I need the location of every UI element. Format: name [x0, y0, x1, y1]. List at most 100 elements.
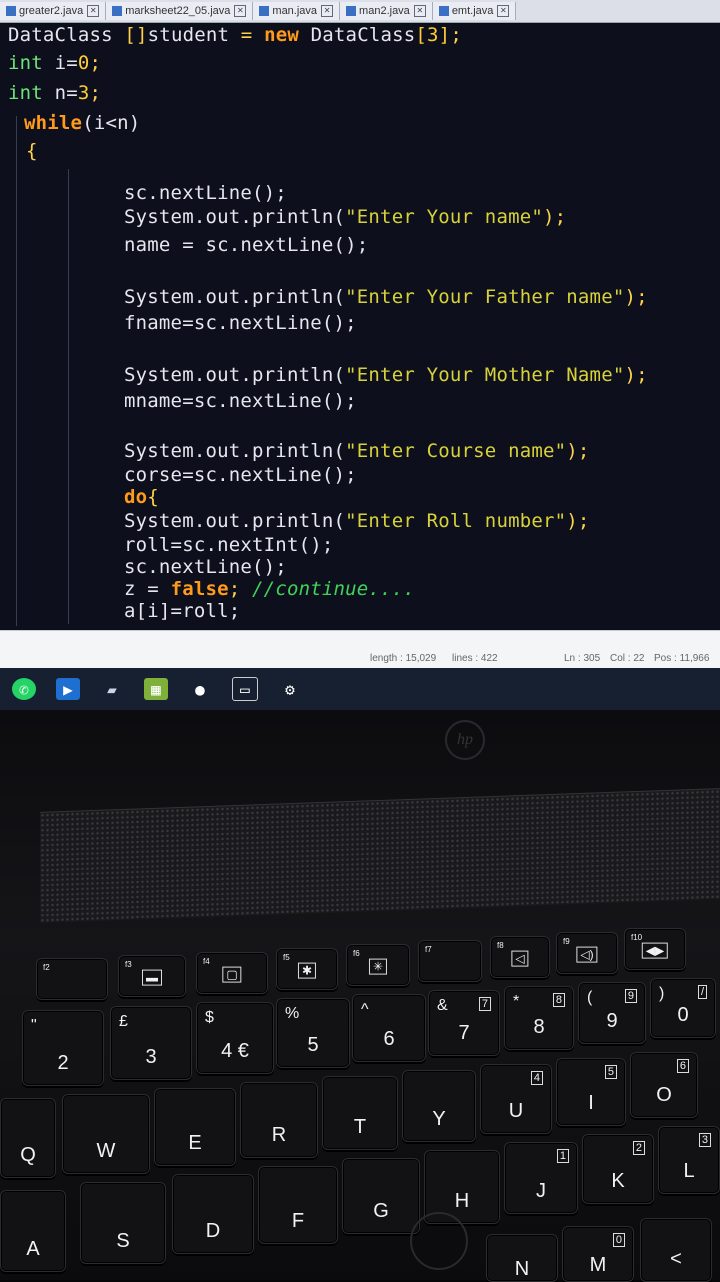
- key-e[interactable]: E: [154, 1088, 236, 1166]
- key-7[interactable]: & 7 7: [428, 990, 500, 1056]
- key-i[interactable]: 5I: [556, 1058, 626, 1126]
- status-ln: Ln : 305: [564, 653, 601, 664]
- key-f10[interactable]: f10 ◀▶: [624, 928, 686, 970]
- terminal-icon[interactable]: ▶: [56, 678, 80, 700]
- brightness-up-icon: ✳: [368, 958, 388, 975]
- code-line-9: System.out.println("Enter Your Father na…: [124, 286, 648, 308]
- key-d[interactable]: D: [172, 1174, 254, 1254]
- close-icon[interactable]: ✕: [497, 5, 510, 17]
- code-line-5: {: [26, 140, 38, 162]
- java-file-icon: [438, 6, 449, 16]
- key-f6[interactable]: f6 ✳: [346, 944, 410, 986]
- display-icon: ▢: [222, 966, 242, 983]
- tab-label: man.java: [272, 5, 318, 17]
- key-f8[interactable]: f8 ◁: [490, 936, 550, 978]
- key-a[interactable]: A: [0, 1190, 66, 1272]
- status-pos: Pos : 11,966: [654, 653, 710, 664]
- code-line-18: sc.nextLine();: [124, 556, 287, 578]
- code-line-6: sc.nextLine();: [124, 182, 287, 204]
- tab-label: greater2.java: [19, 5, 84, 17]
- code-line-4: while(i<n): [24, 112, 141, 134]
- status-lines: lines : 422: [452, 653, 498, 664]
- tab-label: man2.java: [359, 5, 410, 17]
- status-bar: length : 15,029 lines : 422 Ln : 305 Col…: [0, 630, 720, 669]
- keyboard-backlight-icon: ▬: [142, 969, 162, 986]
- close-icon[interactable]: ✕: [87, 5, 100, 17]
- code-line-7: System.out.println("Enter Your name");: [124, 206, 567, 228]
- close-icon[interactable]: ✕: [321, 5, 334, 17]
- key-y[interactable]: Y: [402, 1070, 476, 1142]
- java-file-icon: [259, 6, 270, 16]
- code-line-10: fname=sc.nextLine();: [124, 312, 357, 334]
- code-line-3: int n=3;: [8, 82, 102, 104]
- key-f2[interactable]: f2: [36, 958, 108, 1000]
- key-n[interactable]: N: [486, 1234, 558, 1282]
- key-4[interactable]: $4 €: [196, 1002, 274, 1074]
- code-line-20: a[i]=roll;: [124, 600, 241, 622]
- code-line-17: roll=sc.nextInt();: [124, 534, 334, 556]
- hp-logo-icon: hp: [445, 720, 485, 760]
- close-icon[interactable]: ✕: [413, 5, 426, 17]
- key-q[interactable]: Q: [0, 1098, 56, 1178]
- code-line-12: mname=sc.nextLine();: [124, 390, 357, 412]
- tab-man[interactable]: man.java ✕: [253, 2, 341, 20]
- volume-up-icon: ◁): [576, 946, 598, 963]
- key-m[interactable]: 0M: [562, 1226, 634, 1282]
- tab-emt[interactable]: emt.java ✕: [432, 2, 517, 20]
- tab-label: emt.java: [451, 5, 494, 17]
- mute-icon: ◀▶: [641, 942, 669, 959]
- key-8[interactable]: * 8 8: [504, 986, 574, 1050]
- key-f9[interactable]: f9 ◁): [556, 932, 618, 974]
- tab-marksheet22[interactable]: marksheet22_05.java ✕: [106, 2, 254, 20]
- volume-down-icon: ◁: [511, 950, 529, 967]
- indent-guide: [68, 169, 69, 624]
- notepad-icon[interactable]: ▦: [144, 678, 168, 700]
- code-line-15: do{: [124, 486, 159, 508]
- tab-label: marksheet22_05.java: [125, 5, 231, 17]
- key-0[interactable]: )/0: [650, 978, 716, 1038]
- editor-tab-bar: greater2.java ✕ marksheet22_05.java ✕ man.…: [0, 0, 720, 23]
- settings-icon[interactable]: ⚙: [278, 678, 302, 700]
- key-f[interactable]: F: [258, 1166, 338, 1244]
- key-t[interactable]: T: [322, 1076, 398, 1150]
- key-9[interactable]: (9 9: [578, 982, 646, 1044]
- status-col: Col : 22: [610, 653, 645, 664]
- code-line-11: System.out.println("Enter Your Mother Na…: [124, 364, 648, 386]
- java-file-icon: [346, 6, 357, 16]
- key-6[interactable]: ^ 6: [352, 994, 426, 1062]
- status-length: length : 15,029: [370, 653, 437, 664]
- key-g[interactable]: G: [342, 1158, 420, 1234]
- key-5[interactable]: % 5: [276, 998, 350, 1068]
- key-2[interactable]: " 2: [22, 1010, 104, 1086]
- monitor-screen: greater2.java ✕ marksheet22_05.java ✕ man.…: [0, 0, 720, 710]
- tab-greater2[interactable]: greater2.java ✕: [0, 2, 107, 20]
- key-o[interactable]: 6O: [630, 1052, 698, 1118]
- key-3[interactable]: £3: [110, 1006, 192, 1080]
- trackpoint-ring: [410, 1212, 468, 1270]
- taskbar: ✆ ▶ ▰ ▦ ● ▭ ⚙: [0, 668, 720, 710]
- code-editor[interactable]: DataClass []student = new DataClass[3]; …: [0, 24, 720, 630]
- key-f4[interactable]: f4 ▢: [196, 952, 268, 994]
- key-comma[interactable]: <: [640, 1218, 712, 1282]
- key-r[interactable]: R: [240, 1082, 318, 1158]
- speaker-grille: [40, 788, 720, 923]
- close-icon[interactable]: ✕: [234, 5, 247, 17]
- key-k[interactable]: 2K: [582, 1134, 654, 1204]
- key-f5[interactable]: f5 ✱: [276, 948, 338, 990]
- key-f7[interactable]: f7: [418, 940, 482, 982]
- whatsapp-icon[interactable]: ✆: [12, 678, 36, 700]
- github-icon[interactable]: ●: [188, 678, 212, 700]
- tab-man2[interactable]: man2.java ✕: [340, 2, 433, 20]
- code-line-19: z = false; //continue....: [124, 578, 415, 600]
- indent-guide: [16, 116, 17, 626]
- key-s[interactable]: S: [80, 1182, 166, 1264]
- key-f3[interactable]: f3 ▬: [118, 955, 186, 997]
- key-j[interactable]: 1J: [504, 1142, 578, 1214]
- key-l[interactable]: 3L: [658, 1126, 720, 1194]
- code-line-8: name = sc.nextLine();: [124, 234, 369, 256]
- window-icon[interactable]: ▭: [232, 677, 258, 701]
- key-u[interactable]: 4U: [480, 1064, 552, 1134]
- code-line-16: System.out.println("Enter Roll number");: [124, 510, 590, 532]
- folder-icon[interactable]: ▰: [100, 678, 124, 700]
- key-w[interactable]: W: [62, 1094, 150, 1174]
